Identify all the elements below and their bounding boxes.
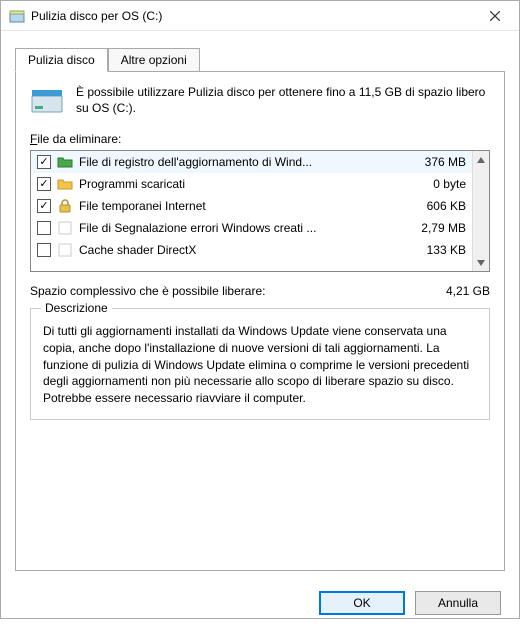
app-icon bbox=[9, 8, 25, 24]
description-group: Descrizione Di tutti gli aggiornamenti i… bbox=[30, 308, 490, 420]
file-list: File di registro dell'aggiornamento di W… bbox=[30, 150, 490, 272]
file-checkbox[interactable] bbox=[37, 243, 51, 257]
totals-row: Spazio complessivo che è possibile liber… bbox=[30, 284, 490, 298]
file-row[interactable]: File di registro dell'aggiornamento di W… bbox=[31, 151, 472, 173]
scrollbar[interactable] bbox=[472, 151, 489, 271]
file-row[interactable]: File temporanei Internet 606 KB bbox=[31, 195, 472, 217]
file-row[interactable]: Programmi scaricati 0 byte bbox=[31, 173, 472, 195]
scroll-up-icon[interactable] bbox=[473, 151, 490, 168]
description-text: Di tutti gli aggiornamenti installati da… bbox=[43, 323, 477, 407]
file-row[interactable]: File di Segnalazione errori Windows crea… bbox=[31, 217, 472, 239]
file-size: 133 KB bbox=[406, 243, 466, 257]
file-size: 606 KB bbox=[406, 199, 466, 213]
file-checkbox[interactable] bbox=[37, 221, 51, 235]
intro-text: È possibile utilizzare Pulizia disco per… bbox=[76, 84, 490, 118]
totals-value: 4,21 GB bbox=[446, 284, 490, 298]
drive-icon bbox=[30, 84, 64, 118]
tab-disk-cleanup[interactable]: Pulizia disco bbox=[15, 48, 108, 72]
files-label: File da eliminare: bbox=[30, 132, 490, 146]
titlebar: Pulizia disco per OS (C:) bbox=[1, 1, 519, 31]
file-type-icon bbox=[57, 176, 73, 192]
file-row[interactable]: Cache shader DirectX 133 KB bbox=[31, 239, 472, 261]
file-checkbox[interactable] bbox=[37, 177, 51, 191]
file-name: File temporanei Internet bbox=[79, 199, 400, 213]
file-checkbox[interactable] bbox=[37, 155, 51, 169]
file-size: 2,79 MB bbox=[406, 221, 466, 235]
file-type-icon bbox=[57, 154, 73, 170]
tab-other-options[interactable]: Altre opzioni bbox=[108, 48, 200, 72]
file-name: Programmi scaricati bbox=[79, 177, 400, 191]
file-checkbox[interactable] bbox=[37, 199, 51, 213]
intro-row: È possibile utilizzare Pulizia disco per… bbox=[30, 84, 490, 118]
ok-button[interactable]: OK bbox=[319, 591, 405, 615]
file-name: Cache shader DirectX bbox=[79, 243, 400, 257]
totals-label: Spazio complessivo che è possibile liber… bbox=[30, 284, 265, 298]
window-title: Pulizia disco per OS (C:) bbox=[31, 9, 475, 23]
file-type-icon bbox=[57, 198, 73, 214]
cancel-button[interactable]: Annulla bbox=[415, 591, 501, 615]
description-title: Descrizione bbox=[41, 301, 112, 315]
file-size: 0 byte bbox=[406, 177, 466, 191]
tab-panel: È possibile utilizzare Pulizia disco per… bbox=[15, 71, 505, 571]
file-name: File di Segnalazione errori Windows crea… bbox=[79, 221, 400, 235]
file-size: 376 MB bbox=[406, 155, 466, 169]
button-bar: OK Annulla bbox=[1, 581, 519, 627]
scroll-down-icon[interactable] bbox=[473, 254, 490, 271]
tabstrip: Pulizia disco Altre opzioni bbox=[15, 47, 505, 71]
close-button[interactable] bbox=[475, 2, 515, 30]
file-type-icon bbox=[57, 242, 73, 258]
file-type-icon bbox=[57, 220, 73, 236]
file-name: File di registro dell'aggiornamento di W… bbox=[79, 155, 400, 169]
